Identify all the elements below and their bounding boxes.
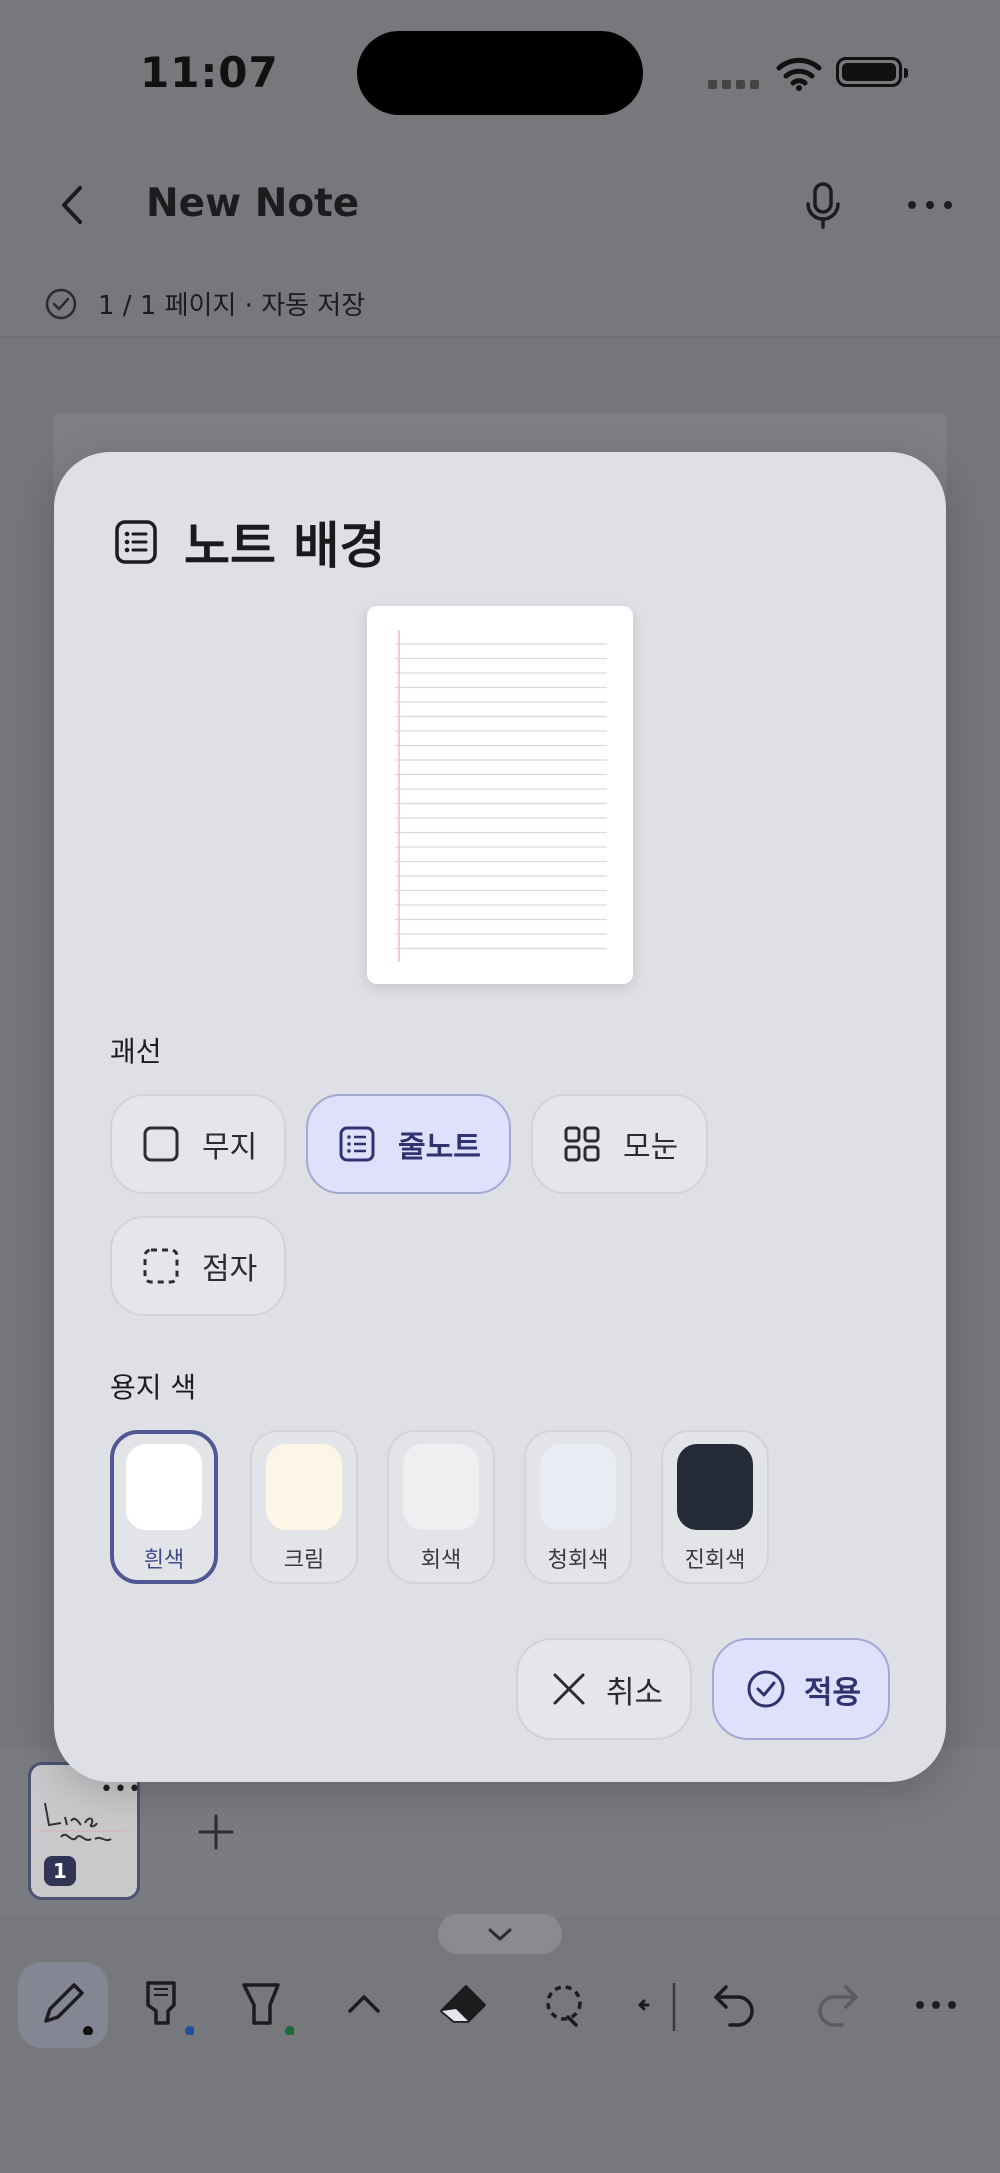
note-title[interactable]: New Note bbox=[146, 181, 359, 226]
apply-label: 적용 bbox=[804, 1674, 862, 1711]
battery-icon bbox=[836, 57, 908, 87]
toolbar-more-icon[interactable] bbox=[906, 1975, 966, 2035]
blank-square-icon bbox=[143, 1126, 179, 1162]
ruling-option-label: 점자 bbox=[202, 1252, 258, 1287]
apply-button[interactable]: 적용 bbox=[712, 1638, 890, 1740]
color-swatch bbox=[403, 1444, 479, 1530]
dialog-title: 노트 배경 bbox=[184, 517, 386, 575]
paper-color-gray[interactable]: 회색 bbox=[387, 1430, 495, 1584]
cancel-button[interactable]: 취소 bbox=[516, 1638, 692, 1740]
color-label: 크림 bbox=[283, 1548, 325, 1573]
color-swatch bbox=[266, 1444, 342, 1530]
ruled-lines-preview bbox=[395, 630, 607, 962]
chevron-up-icon[interactable] bbox=[334, 1975, 394, 2035]
color-label: 회색 bbox=[420, 1548, 462, 1573]
dynamic-island bbox=[357, 31, 643, 115]
eraser-icon[interactable] bbox=[434, 1975, 494, 2035]
cancel-label: 취소 bbox=[606, 1674, 664, 1711]
color-label: 흰색 bbox=[143, 1548, 185, 1573]
ruling-option-label: 모눈 bbox=[623, 1130, 679, 1165]
microphone-icon[interactable] bbox=[802, 180, 844, 230]
wifi-icon bbox=[776, 57, 822, 91]
more-options-icon[interactable] bbox=[904, 195, 956, 215]
close-icon bbox=[553, 1673, 585, 1705]
highlighter-icon[interactable] bbox=[234, 1975, 294, 2035]
page-number-badge: 1 bbox=[44, 1856, 76, 1886]
lasso-icon[interactable] bbox=[534, 1975, 594, 2035]
ruling-option-label: 줄노트 bbox=[398, 1130, 481, 1165]
marker-icon[interactable] bbox=[134, 1975, 194, 2035]
dotted-square-icon bbox=[143, 1248, 179, 1284]
paper-color-section-label: 용지 색 bbox=[110, 1371, 197, 1404]
paper-preview bbox=[367, 606, 633, 984]
paper-color-white[interactable]: 흰색 bbox=[110, 1430, 218, 1584]
ruling-option-label: 무지 bbox=[202, 1130, 258, 1165]
undo-icon[interactable] bbox=[706, 1975, 766, 2035]
color-label: 진회색 bbox=[684, 1548, 746, 1573]
check-circle-icon bbox=[45, 288, 77, 320]
ruling-section-label: 괘선 bbox=[110, 1035, 162, 1068]
color-swatch bbox=[677, 1444, 753, 1530]
grid-icon bbox=[564, 1126, 600, 1162]
ruling-option-lined[interactable]: 줄노트 bbox=[306, 1094, 511, 1194]
lined-list-icon bbox=[339, 1126, 375, 1162]
ruling-option-blank[interactable]: 무지 bbox=[110, 1094, 286, 1194]
pen-icon[interactable] bbox=[34, 1975, 94, 2035]
color-swatch bbox=[126, 1444, 202, 1530]
back-chevron-icon[interactable] bbox=[52, 180, 92, 230]
cellular-signal-icon bbox=[708, 80, 759, 89]
add-page-icon[interactable] bbox=[196, 1812, 236, 1852]
color-swatch bbox=[540, 1444, 616, 1530]
autosave-status: 1 / 1 페이지 · 자동 저장 bbox=[98, 291, 366, 321]
redo-icon[interactable] bbox=[806, 1975, 866, 2035]
paper-color-dark-gray[interactable]: 진회색 bbox=[661, 1430, 769, 1584]
paper-color-cream[interactable]: 크림 bbox=[250, 1430, 358, 1584]
ruling-option-dotted[interactable]: 점자 bbox=[110, 1216, 286, 1316]
check-circle-icon bbox=[747, 1670, 785, 1708]
more-tools-left-arrow-icon[interactable] bbox=[630, 1975, 690, 2035]
status-time: 11:07 bbox=[140, 48, 279, 97]
status-bar: 11:07 bbox=[0, 0, 1000, 150]
paper-color-blue-gray[interactable]: 청회색 bbox=[524, 1430, 632, 1584]
list-icon bbox=[115, 520, 157, 564]
chevron-down-icon bbox=[488, 1928, 512, 1941]
collapse-toolbar-button[interactable] bbox=[438, 1914, 562, 1954]
color-label: 청회색 bbox=[547, 1548, 609, 1573]
ruling-option-grid[interactable]: 모눈 bbox=[531, 1094, 708, 1194]
